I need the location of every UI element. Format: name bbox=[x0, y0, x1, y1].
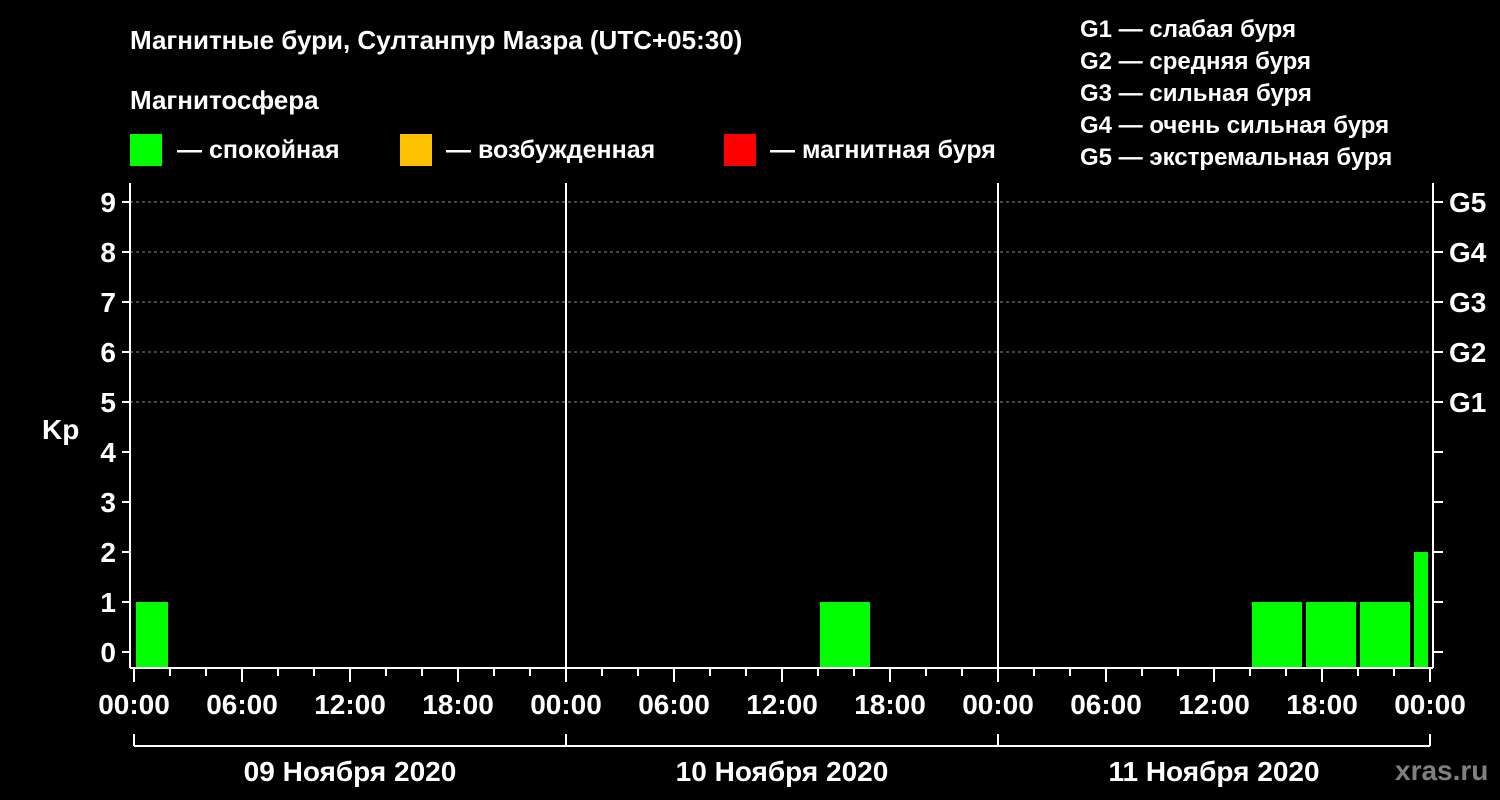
day-label: 10 Ноября 2020 bbox=[676, 756, 889, 787]
x-tick-label: 12:00 bbox=[314, 689, 386, 720]
y-tick-label: 3 bbox=[100, 487, 116, 518]
x-tick-label: 18:00 bbox=[854, 689, 926, 720]
x-tick-label: 18:00 bbox=[422, 689, 494, 720]
x-tick-label: 12:00 bbox=[1178, 689, 1250, 720]
legend-item-storm: — магнитная буря bbox=[724, 134, 996, 166]
grid-lines bbox=[130, 201, 1433, 403]
x-tick-label: 12:00 bbox=[746, 689, 818, 720]
legend-label-storm: — магнитная буря bbox=[770, 136, 996, 164]
kp-bar bbox=[1360, 602, 1410, 667]
x-tick-label: 06:00 bbox=[1070, 689, 1142, 720]
legend-item-calm: — спокойная bbox=[130, 134, 340, 166]
legend-swatch-storm bbox=[724, 134, 756, 166]
kp-bar bbox=[136, 602, 168, 667]
axes bbox=[129, 183, 1434, 669]
legend-swatch-calm bbox=[130, 134, 162, 166]
y-ticks: 0 1 2 3 4 5 6 7 8 9 bbox=[100, 187, 130, 668]
kp-bar bbox=[820, 602, 870, 667]
g-scale-g4: G4 — очень сильная буря bbox=[1080, 112, 1389, 139]
g-level-label: G3 bbox=[1449, 287, 1486, 318]
g-scale-g5: G5 — экстремальная буря bbox=[1080, 144, 1392, 171]
g-scale-g1: G1 — слабая буря bbox=[1080, 16, 1296, 43]
kp-bar bbox=[1414, 552, 1428, 667]
x-tick-label: 06:00 bbox=[638, 689, 710, 720]
legend-heading: Магнитосфера bbox=[130, 85, 319, 115]
g-level-label: G4 bbox=[1449, 237, 1487, 268]
legend-label-calm: — спокойная bbox=[177, 136, 340, 164]
x-tick-label: 06:00 bbox=[206, 689, 278, 720]
legend-label-active: — возбужденная bbox=[446, 136, 655, 164]
kp-bar bbox=[1252, 602, 1302, 667]
y-tick-label: 2 bbox=[100, 537, 116, 568]
g-level-ticks: G1 G2 G3 G4 G5 bbox=[1433, 187, 1487, 653]
g-level-label: G1 bbox=[1449, 387, 1486, 418]
y-tick-label: 7 bbox=[100, 287, 116, 318]
x-tick-label: 00:00 bbox=[530, 689, 602, 720]
day-label: 09 Ноября 2020 bbox=[244, 756, 457, 787]
g-scale-g3: G3 — сильная буря bbox=[1080, 80, 1312, 107]
x-ticks: 00:00 06:00 12:00 18:00 00:00 06:00 12:00 18:00… bbox=[98, 668, 1466, 720]
y-tick-label: 6 bbox=[100, 337, 116, 368]
y-tick-label: 4 bbox=[100, 437, 116, 468]
y-tick-label: 8 bbox=[100, 237, 116, 268]
y-tick-label: 9 bbox=[100, 187, 116, 218]
y-tick-label: 5 bbox=[100, 387, 116, 418]
legend-swatch-active bbox=[400, 134, 432, 166]
y-axis-label: Kp bbox=[42, 414, 79, 445]
day-label: 11 Ноября 2020 bbox=[1108, 756, 1319, 787]
kp-chart: Магнитные бури, Султанпур Мазра (UTC+05:… bbox=[42, 16, 1488, 787]
x-tick-label: 18:00 bbox=[1286, 689, 1358, 720]
kp-bar bbox=[1306, 602, 1356, 667]
legend-item-active: — возбужденная bbox=[400, 134, 655, 166]
watermark: xras.ru bbox=[1395, 755, 1488, 786]
g-level-label: G5 bbox=[1449, 187, 1486, 218]
x-tick-label: 00:00 bbox=[98, 689, 170, 720]
g-scale-g2: G2 — средняя буря bbox=[1080, 48, 1311, 75]
chart-header: Магнитные бури, Султанпур Мазра (UTC+05:… bbox=[130, 16, 1392, 171]
x-tick-label: 00:00 bbox=[962, 689, 1034, 720]
chart-title: Магнитные бури, Султанпур Мазра (UTC+05:… bbox=[130, 25, 742, 55]
g-scale-legend: G1 — слабая буря G2 — средняя буря G3 — … bbox=[1080, 16, 1392, 171]
g-level-label: G2 bbox=[1449, 337, 1486, 368]
day-labels: 09 Ноября 2020 10 Ноября 2020 11 Ноября 20… bbox=[133, 734, 1431, 787]
x-tick-label: 00:00 bbox=[1394, 689, 1466, 720]
y-tick-label: 1 bbox=[100, 587, 116, 618]
bars bbox=[136, 552, 1428, 667]
y-tick-label: 0 bbox=[100, 637, 116, 668]
